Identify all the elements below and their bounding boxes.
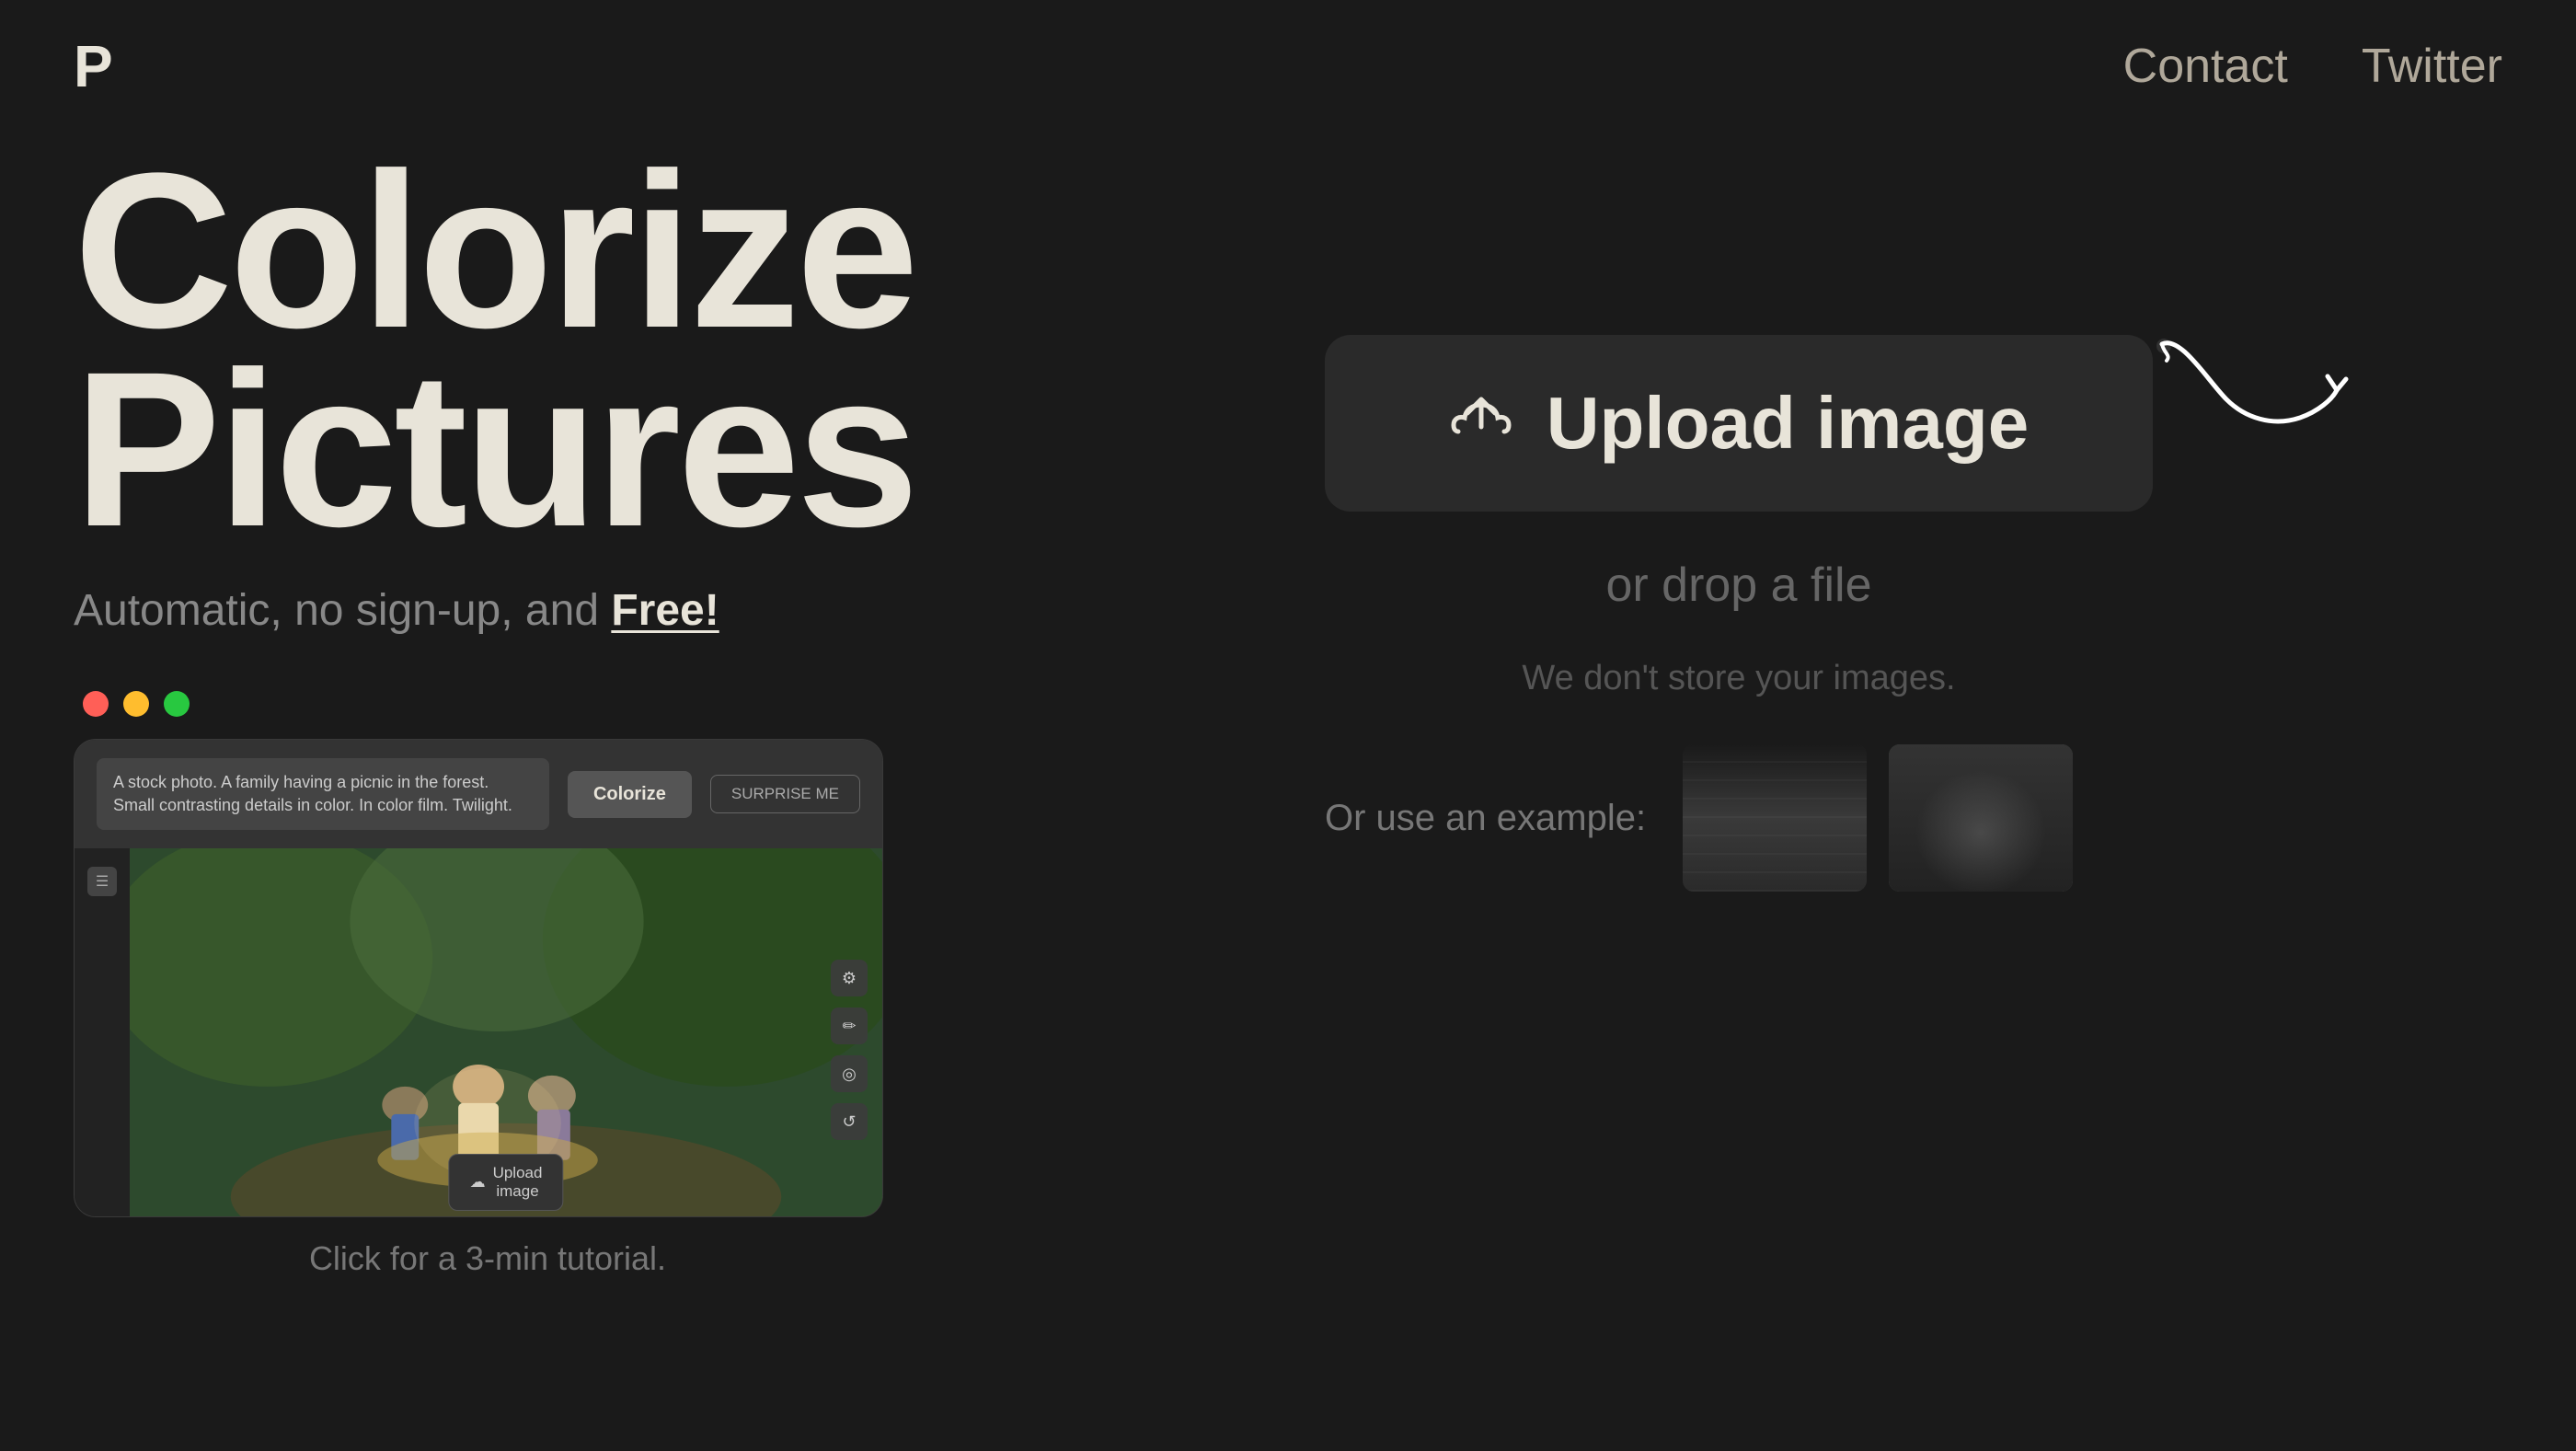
surprise-button[interactable]: SURPRISE ME (710, 775, 860, 813)
navigation: P Contact Twitter (0, 0, 2576, 132)
drop-mini-text: or drop a file (470, 1215, 558, 1217)
preview-tools: ⚙ ✏ ◎ ↺ (831, 960, 868, 1140)
hero-title: Colorize Pictures (74, 151, 902, 548)
upload-mini-button[interactable]: ☁ Upload image (449, 1154, 564, 1211)
undo-tool[interactable]: ↺ (831, 1103, 868, 1140)
dot-green (164, 691, 190, 717)
twitter-link[interactable]: Twitter (2362, 39, 2502, 94)
privacy-text: We don't store your images. (1522, 659, 1955, 698)
upload-label: Upload image (1547, 381, 2030, 466)
hero-subtitle: Automatic, no sign-up, and Free! (74, 585, 902, 636)
prompt-text: A stock photo. A family having a picnic … (113, 773, 512, 814)
upload-button[interactable]: Upload image (1325, 335, 2153, 512)
left-panel: Colorize Pictures Automatic, no sign-up,… (74, 151, 902, 1278)
prompt-area[interactable]: A stock photo. A family having a picnic … (97, 758, 549, 830)
settings-tool[interactable]: ⚙ (831, 960, 868, 996)
example-images (1683, 744, 2073, 892)
preview-image-area: ⚙ ✏ ◎ ↺ ☁ Upload image or drop a file (130, 848, 882, 1217)
example-image-1[interactable] (1683, 744, 1867, 892)
dot-red (83, 691, 109, 717)
example-image-2[interactable] (1889, 744, 2073, 892)
arrow-decoration (2153, 326, 2355, 455)
menu-icon[interactable]: ☰ (87, 867, 117, 896)
dot-yellow (123, 691, 149, 717)
adjust-tool[interactable]: ◎ (831, 1055, 868, 1092)
main-content: Colorize Pictures Automatic, no sign-up,… (0, 151, 2576, 1278)
app-preview-body: ☰ (75, 848, 882, 1217)
contact-link[interactable]: Contact (2123, 39, 2288, 94)
upload-cloud-icon: ☁ (470, 1173, 486, 1192)
edit-tool[interactable]: ✏ (831, 1008, 868, 1044)
tutorial-text[interactable]: Click for a 3-min tutorial. (74, 1239, 902, 1278)
app-sidebar: ☰ (75, 848, 130, 1217)
nav-links: Contact Twitter (2123, 39, 2502, 94)
colorize-button[interactable]: Colorize (568, 771, 692, 818)
app-preview-toolbar: A stock photo. A family having a picnic … (75, 740, 882, 848)
drop-text: or drop a file (1605, 558, 1871, 613)
app-preview-container: A stock photo. A family having a picnic … (74, 691, 902, 1278)
logo[interactable]: P (74, 37, 113, 96)
examples-section: Or use an example: (1325, 744, 2153, 892)
examples-label: Or use an example: (1325, 798, 1646, 839)
upload-cloud-icon (1449, 386, 1513, 460)
right-panel: Upload image or drop a file We don't sto… (975, 151, 2502, 1278)
window-dots (74, 691, 902, 717)
app-preview-window: A stock photo. A family having a picnic … (74, 739, 883, 1217)
upload-area: Upload image (1325, 335, 2153, 512)
